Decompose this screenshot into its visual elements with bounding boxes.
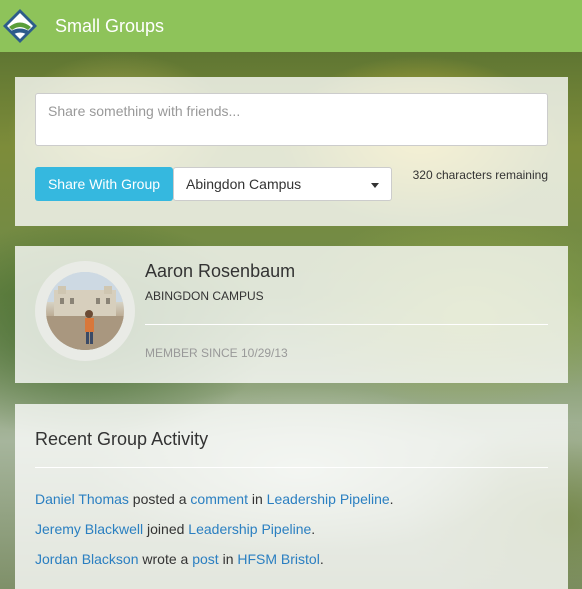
share-input[interactable]: Share something with friends...	[35, 93, 548, 146]
campus-select-value: Abingdon Campus	[186, 176, 302, 192]
profile-panel: Aaron Rosenbaum ABINGDON CAMPUS MEMBER S…	[15, 246, 568, 383]
activity-title: Recent Group Activity	[35, 429, 209, 449]
avatar-frame	[35, 261, 135, 361]
top-bar: Small Groups	[0, 0, 582, 52]
actor-link[interactable]: Jeremy Blackwell	[35, 521, 143, 537]
activity-end: .	[311, 521, 316, 537]
share-panel: Share something with friends... Share Wi…	[15, 77, 568, 226]
member-since: MEMBER SINCE 10/29/13	[145, 346, 288, 360]
activity-end: .	[389, 491, 394, 507]
activity-panel: Recent Group Activity Daniel Thomas post…	[15, 404, 568, 589]
activity-verb: joined	[143, 521, 189, 537]
caret-down-icon	[371, 183, 379, 188]
group-link[interactable]: HFSM Bristol	[237, 551, 319, 567]
app-title: Small Groups	[55, 15, 165, 36]
group-link[interactable]: Leadership Pipeline	[188, 521, 311, 537]
activity-verb: wrote a	[138, 551, 193, 567]
campus-select[interactable]: Abingdon Campus	[173, 167, 392, 201]
object-link[interactable]: comment	[190, 491, 248, 507]
object-link[interactable]: post	[192, 551, 218, 567]
characters-remaining: 320 characters remaining	[412, 168, 548, 182]
actor-link[interactable]: Daniel Thomas	[35, 491, 129, 507]
activity-item: Jordan Blackson wrote a post in HFSM Bri…	[35, 551, 394, 567]
app-logo-icon[interactable]	[0, 6, 40, 46]
activity-prep: in	[218, 551, 238, 567]
activity-end: .	[319, 551, 324, 567]
activity-verb: posted a	[128, 491, 191, 507]
group-link[interactable]: Leadership Pipeline	[267, 491, 390, 507]
profile-name[interactable]: Aaron Rosenbaum	[145, 261, 295, 282]
actor-link[interactable]: Jordan Blackson	[35, 551, 139, 567]
activity-item: Jeremy Blackwell joined Leadership Pipel…	[35, 521, 394, 537]
divider	[35, 467, 548, 468]
activity-list: Daniel Thomas posted a comment in Leader…	[35, 491, 394, 581]
share-input-placeholder: Share something with friends...	[48, 103, 241, 119]
profile-campus: ABINGDON CAMPUS	[145, 289, 264, 303]
share-with-group-button[interactable]: Share With Group	[35, 167, 173, 201]
activity-item: Daniel Thomas posted a comment in Leader…	[35, 491, 394, 507]
activity-prep: in	[247, 491, 267, 507]
avatar[interactable]	[46, 272, 124, 350]
divider	[145, 324, 548, 325]
